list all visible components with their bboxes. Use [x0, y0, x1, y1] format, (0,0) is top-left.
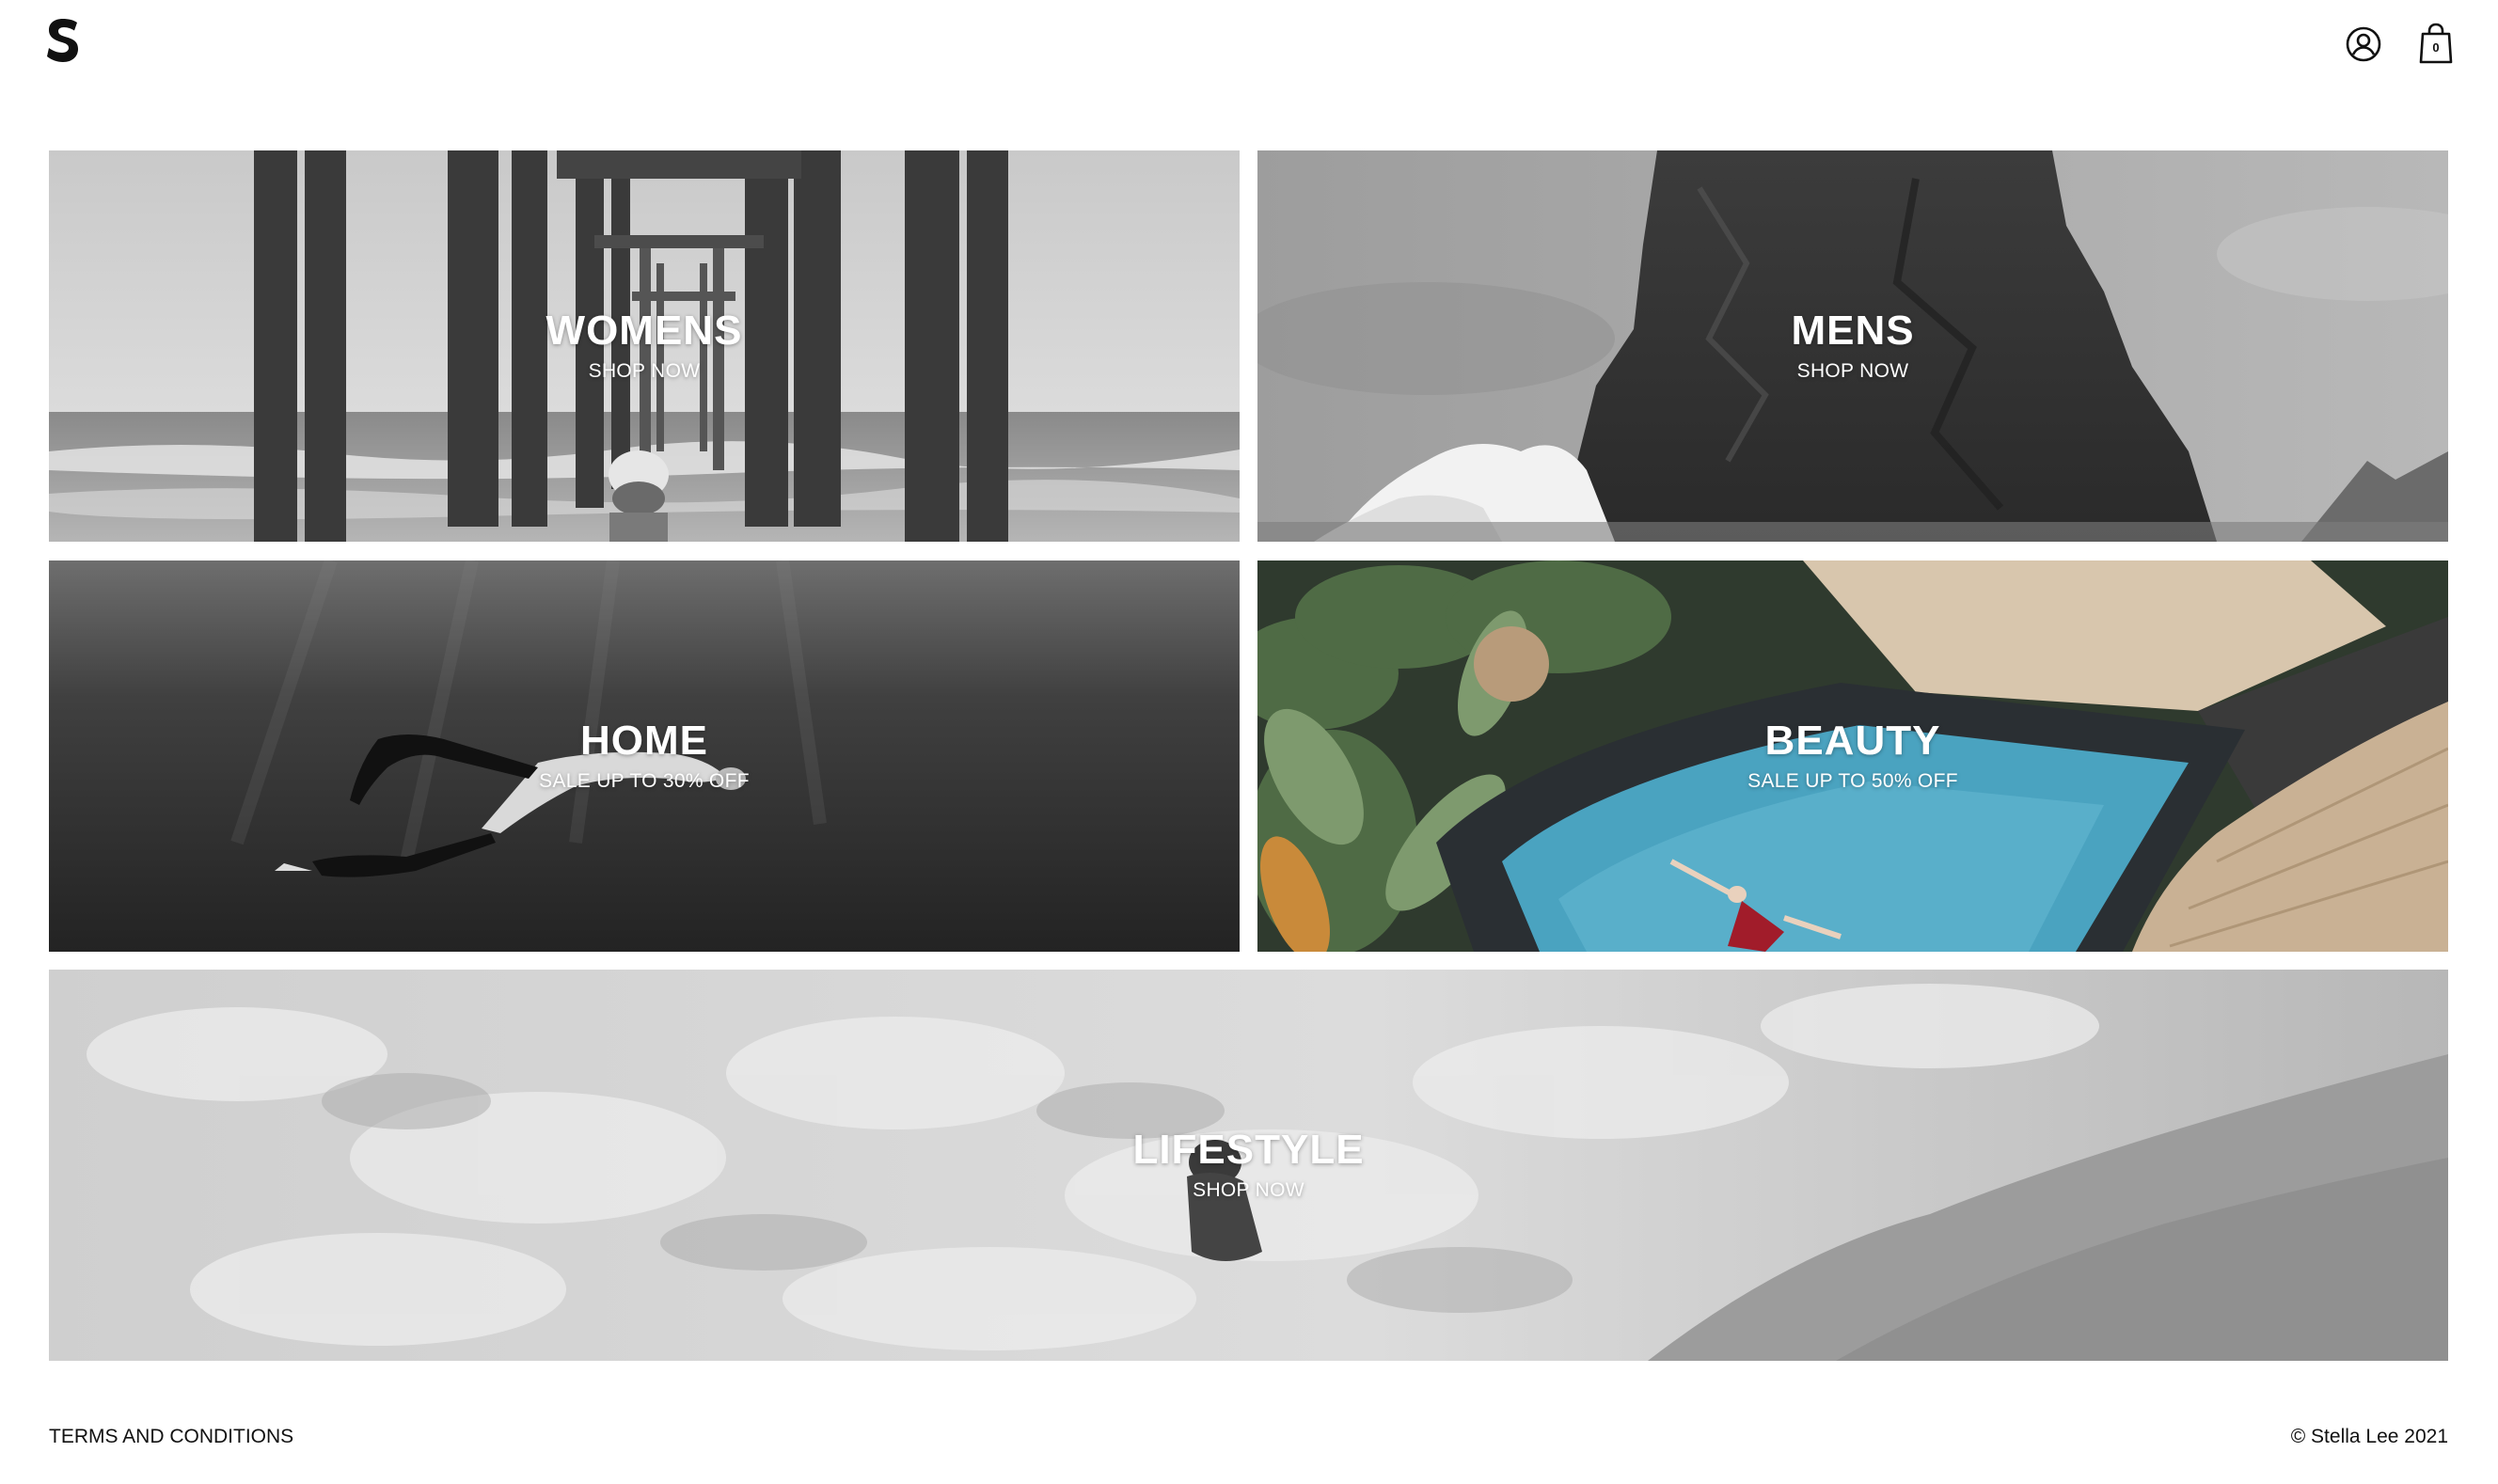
- tile-title: BEAUTY: [1764, 717, 1941, 764]
- tile-title: MENS: [1791, 307, 1915, 354]
- tile-cta[interactable]: SHOP NOW: [1132, 1179, 1364, 1202]
- copyright-text: © Stella Lee 2021: [2290, 1426, 2448, 1447]
- tile-title: WOMENS: [545, 307, 743, 354]
- terms-link[interactable]: TERMS AND CONDITIONS: [49, 1426, 293, 1448]
- tile-cta[interactable]: SALE UP TO 50% OFF: [1747, 770, 1958, 793]
- category-tile-beauty[interactable]: BEAUTY SALE UP TO 50% OFF: [1257, 560, 2448, 952]
- category-tile-womens[interactable]: WOMENS SHOP NOW: [49, 150, 1240, 542]
- cart-count-badge: 0: [2432, 40, 2440, 55]
- user-circle-icon[interactable]: [2346, 26, 2381, 62]
- s-logo-icon[interactable]: [47, 19, 79, 62]
- category-tile-mens[interactable]: MENS SHOP NOW: [1257, 150, 2448, 542]
- category-tile-home[interactable]: HOME SALE UP TO 30% OFF: [49, 560, 1240, 952]
- shopping-bag-icon[interactable]: 0: [2419, 23, 2453, 64]
- tile-cta[interactable]: SHOP NOW: [1791, 360, 1914, 383]
- tile-cta[interactable]: SHOP NOW: [546, 360, 743, 383]
- tile-cta[interactable]: SALE UP TO 30% OFF: [539, 770, 750, 793]
- category-tile-lifestyle[interactable]: LIFESTYLE SHOP NOW: [49, 970, 2448, 1361]
- tile-title: HOME: [580, 717, 708, 764]
- tile-title: LIFESTYLE: [1132, 1126, 1365, 1173]
